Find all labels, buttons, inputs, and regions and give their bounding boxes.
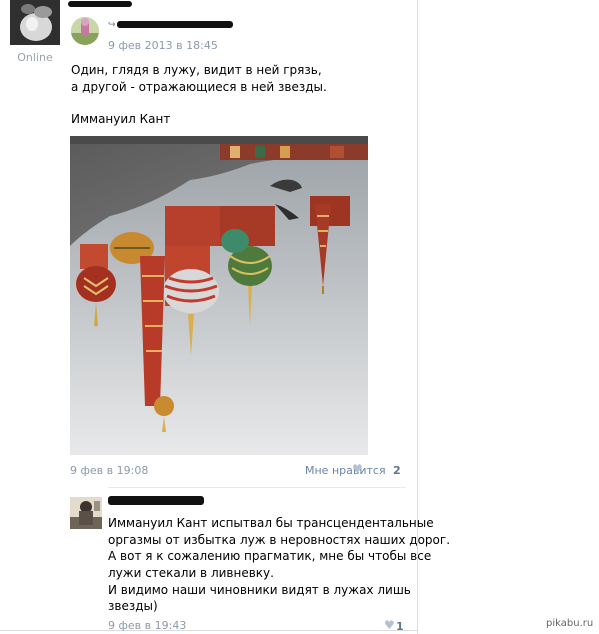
comment-text-line-6: звезды) — [108, 599, 158, 613]
comment-author-avatar[interactable] — [70, 497, 102, 529]
avatar-image — [71, 17, 99, 45]
comment-date[interactable]: 9 фев в 19:43 — [108, 619, 186, 632]
avatar-image — [10, 0, 60, 45]
post-text-line-2: а другой - отражающиеся в ней звезды. — [71, 80, 327, 94]
heart-icon[interactable]: ♥ — [352, 462, 363, 476]
like-button[interactable]: Мне нравится — [305, 464, 386, 477]
like-count: 2 — [393, 464, 401, 477]
online-status: Online — [17, 51, 53, 64]
post-author-signature: Иммануил Кант — [71, 112, 171, 126]
redacted-profile-name — [68, 1, 132, 7]
page-divider — [0, 630, 418, 631]
comment-heart-icon[interactable]: ♥ — [384, 618, 395, 632]
comment-text-line-5: И видимо наши чиновники видят в лужах ли… — [108, 583, 411, 597]
puddle-reflection-cathedral-photo — [70, 136, 368, 455]
avatar-image — [70, 497, 102, 529]
comment-like-count: 1 — [396, 620, 404, 633]
profile-avatar[interactable] — [10, 0, 60, 45]
redacted-repost-source — [117, 21, 233, 28]
redacted-comment-author — [108, 496, 204, 505]
repost-author-avatar[interactable] — [71, 17, 99, 45]
comment-text-line-2: оргазмы от избытка луж в неровностях наш… — [108, 533, 451, 547]
repost-arrow-icon: ↪ — [108, 20, 116, 30]
comment-separator — [108, 487, 406, 488]
comment-text-line-1: Иммануил Кант испытвал бы трансцендентал… — [108, 516, 434, 530]
watermark: pikabu.ru — [546, 618, 594, 629]
post-photo[interactable] — [70, 136, 368, 455]
post-text-line-1: Один, глядя в лужу, видит в ней грязь, — [71, 63, 322, 77]
post-date[interactable]: 9 фев 2013 в 18:45 — [108, 39, 218, 52]
comment-text-line-3: А вот я к сожалению прагматик, мне бы чт… — [108, 549, 432, 563]
post-footer-date[interactable]: 9 фев в 19:08 — [70, 464, 148, 477]
comment-text-line-4: лужи стекали в ливневку. — [108, 566, 274, 580]
